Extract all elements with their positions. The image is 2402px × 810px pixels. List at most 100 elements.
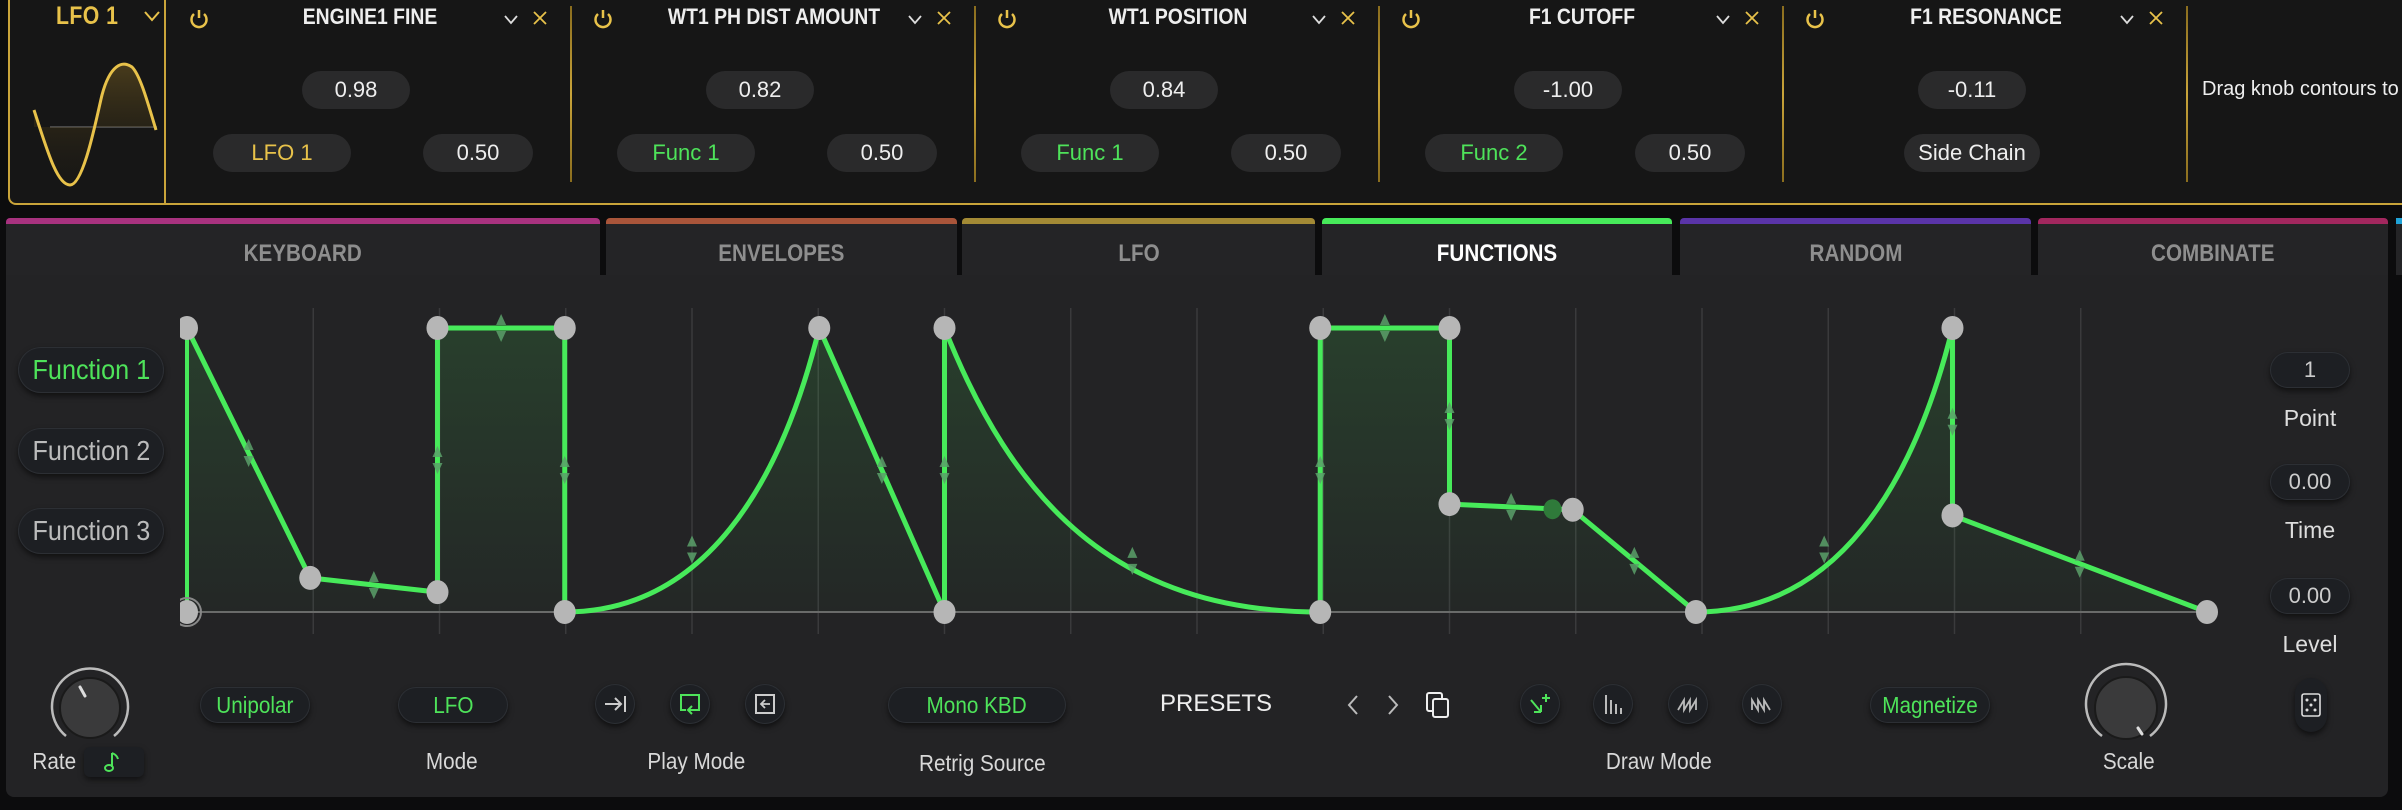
mod-amount-value[interactable]: 0.84	[1110, 71, 1218, 109]
mod-slot: F1 RESONANCE -0.11 Side Chain	[1784, 0, 2188, 190]
mod-destination-title: WT1 PH DIST AMOUNT	[667, 4, 881, 29]
curve-point-handle[interactable]	[1543, 499, 1562, 520]
mod-amount-value[interactable]: 0.82	[706, 71, 814, 109]
mod-slot: WT1 PH DIST AMOUNT 0.82 Func 1 0.50	[572, 0, 976, 190]
draw-mode-zigzag-button[interactable]	[1742, 684, 1782, 724]
curve-point[interactable]	[1438, 492, 1461, 517]
add-point-icon	[1530, 694, 1550, 713]
chevron-right-icon[interactable]	[1384, 692, 1402, 718]
presets-label[interactable]: PRESETS	[1160, 690, 1272, 718]
chevron-down-icon[interactable]	[2118, 10, 2136, 28]
curve-point[interactable]	[933, 600, 956, 624]
curve-point[interactable]	[1561, 497, 1584, 522]
function-3-button[interactable]: Function 3	[18, 508, 164, 554]
chevron-down-icon[interactable]	[142, 6, 162, 26]
chevron-down-icon[interactable]	[906, 10, 924, 28]
note-icon	[104, 752, 119, 772]
rate-knob[interactable]	[46, 664, 134, 752]
slot-divider	[2186, 6, 2188, 182]
mod-source-pill[interactable]: Func 1	[1021, 134, 1159, 172]
curve-point[interactable]	[553, 316, 576, 340]
mod-amount-value[interactable]: 0.98	[302, 71, 410, 109]
tab-random[interactable]: RANDOM	[1680, 218, 2031, 275]
chevron-down-icon[interactable]	[1714, 10, 1732, 28]
curve-point[interactable]	[553, 600, 576, 624]
curve-point[interactable]	[933, 316, 956, 340]
scale-knob[interactable]	[2082, 660, 2170, 752]
mod-source-pill[interactable]: LFO 1	[213, 134, 351, 172]
curve-point[interactable]	[180, 316, 198, 340]
retrig-source-label: Retrig Source	[919, 750, 1046, 776]
mod-amount-value[interactable]: -0.11	[1918, 71, 2026, 109]
tab-keyboard[interactable]: KEYBOARD	[6, 218, 600, 275]
curve-point[interactable]	[2196, 600, 2218, 624]
close-icon[interactable]	[530, 8, 550, 28]
curve-point[interactable]	[426, 580, 449, 605]
draw-mode-bars-button[interactable]	[1593, 684, 1633, 724]
play-mode-loop-button[interactable]	[670, 684, 710, 724]
time-label: Time	[2284, 517, 2336, 543]
level-field[interactable]: 0.00	[2270, 578, 2350, 614]
draw-mode-add-point-button[interactable]	[1520, 684, 1560, 724]
tab-functions[interactable]: FUNCTIONS	[1322, 218, 1672, 275]
mod-depth-value[interactable]: 0.50	[1231, 134, 1341, 172]
mod-depth-value[interactable]: 0.50	[827, 134, 937, 172]
curve-point[interactable]	[299, 565, 322, 590]
mode-label: Mode	[425, 748, 478, 774]
saw-icon	[1677, 696, 1697, 714]
scale-label: Scale	[2102, 748, 2155, 774]
curve-point[interactable]	[1438, 316, 1461, 340]
mod-source-pill[interactable]: Func 2	[1425, 134, 1563, 172]
curve-point[interactable]	[1309, 600, 1332, 624]
mod-depth-value[interactable]: 0.50	[423, 134, 533, 172]
function-curve-editor[interactable]	[180, 300, 2220, 645]
close-icon[interactable]	[1742, 8, 1762, 28]
function-1-button[interactable]: Function 1	[18, 347, 164, 393]
zigzag-icon	[1751, 696, 1771, 714]
mod-source-label: LFO 1	[56, 2, 119, 30]
curve-point[interactable]	[1309, 316, 1332, 340]
tab-overflow[interactable]	[2396, 218, 2402, 275]
curve-point[interactable]	[1941, 503, 1964, 528]
rate-label: Rate	[32, 748, 77, 774]
time-field[interactable]: 0.00	[2270, 464, 2350, 500]
function-2-button[interactable]: Function 2	[18, 428, 164, 474]
mod-hint-text: Drag knob contours to	[2202, 78, 2399, 100]
one-shot-icon	[605, 696, 626, 712]
curve-point[interactable]	[1684, 600, 1707, 624]
chevron-left-icon[interactable]	[1344, 692, 1362, 718]
mod-slot: ENGINE1 FINE 0.98 LFO 1 0.50	[168, 0, 572, 190]
curve-point[interactable]	[808, 316, 831, 340]
tab-combinate[interactable]: COMBINATE	[2038, 218, 2388, 275]
curve-point[interactable]	[426, 316, 449, 340]
mod-depth-value[interactable]: 0.50	[1635, 134, 1745, 172]
rate-sync-toggle[interactable]	[84, 747, 144, 777]
curve-point[interactable]	[1941, 316, 1964, 340]
lfo-waveform-preview	[32, 62, 158, 187]
draw-mode-label: Draw Mode	[1605, 748, 1712, 774]
mod-destination-title: F1 CUTOFF	[1528, 4, 1636, 29]
copy-icon[interactable]	[1424, 690, 1452, 720]
magnetize-toggle[interactable]: Magnetize	[1870, 687, 1990, 723]
chevron-down-icon[interactable]	[502, 10, 520, 28]
tab-lfo[interactable]: LFO	[962, 218, 1315, 275]
tab-envelopes[interactable]: ENVELOPES	[606, 218, 957, 275]
mode-select[interactable]: LFO	[398, 687, 508, 723]
play-mode-loop-back-button[interactable]	[745, 684, 785, 724]
chevron-down-icon[interactable]	[1310, 10, 1328, 28]
retrig-source-select[interactable]: Mono KBD	[888, 687, 1066, 723]
play-mode-one-shot-button[interactable]	[595, 684, 635, 724]
close-icon[interactable]	[2146, 8, 2166, 28]
polarity-button[interactable]: Unipolar	[200, 687, 310, 723]
randomize-button[interactable]	[2295, 678, 2327, 732]
close-icon[interactable]	[1338, 8, 1358, 28]
mod-source-panel[interactable]: LFO 1	[8, 0, 166, 205]
mod-amount-value[interactable]: -1.00	[1514, 71, 1622, 109]
mod-source-pill[interactable]: Func 1	[617, 134, 755, 172]
point-label: Point	[2283, 405, 2337, 431]
mod-source-pill[interactable]: Side Chain	[1904, 134, 2040, 172]
mod-slot: F1 CUTOFF -1.00 Func 2 0.50	[1380, 0, 1784, 190]
close-icon[interactable]	[934, 8, 954, 28]
point-index-field[interactable]: 1	[2270, 352, 2350, 388]
draw-mode-saw-button[interactable]	[1668, 684, 1708, 724]
